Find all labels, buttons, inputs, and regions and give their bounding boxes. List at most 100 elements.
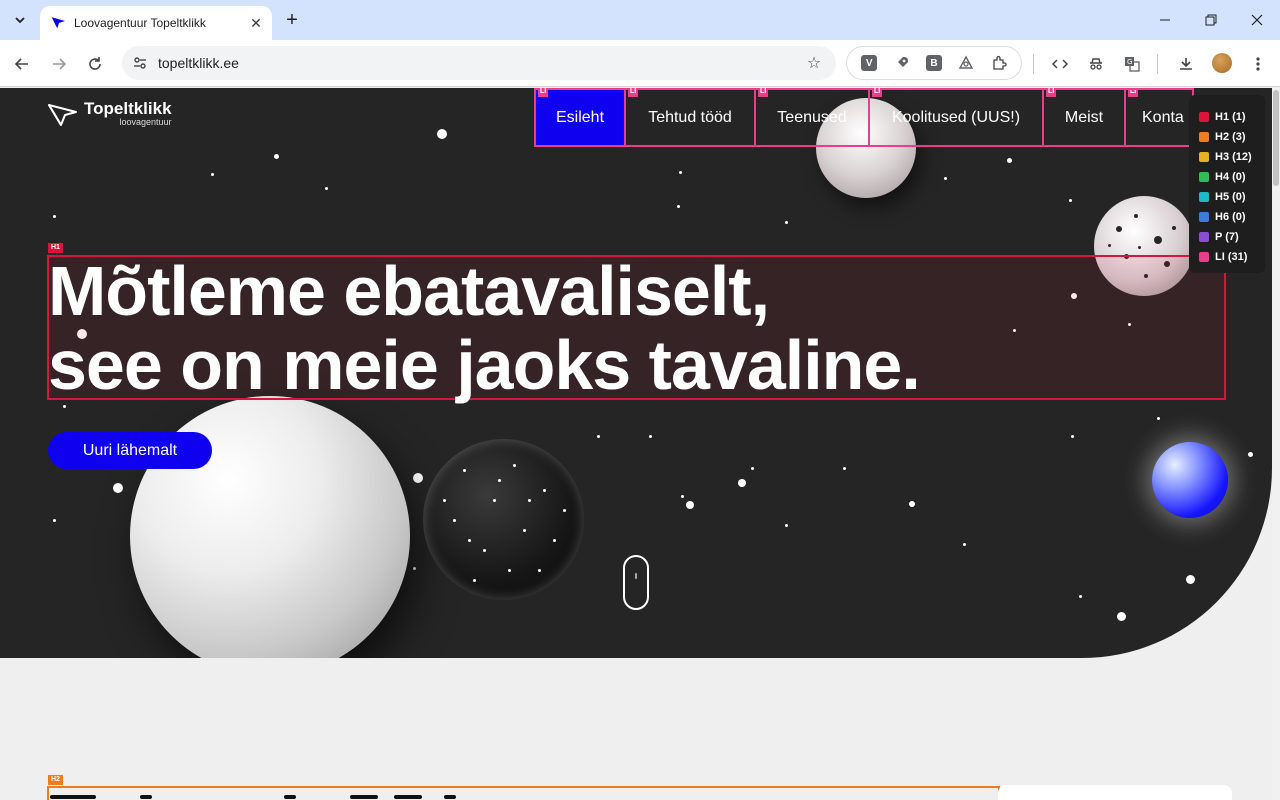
- scrollbar-thumb[interactable]: [1273, 90, 1279, 186]
- star-dot: [750, 466, 754, 470]
- sphere-speck: [453, 519, 456, 522]
- star-dot: [1116, 611, 1126, 621]
- browser-tab[interactable]: Loovagentuur Topeltklikk ✕: [40, 6, 272, 40]
- star-dot: [962, 542, 966, 546]
- legend-row-p: P (7): [1199, 227, 1265, 247]
- legend-row-h4: H4 (0): [1199, 167, 1265, 187]
- star-dot: [738, 479, 746, 487]
- sphere-speck: [473, 579, 476, 582]
- forward-icon[interactable]: [45, 50, 73, 78]
- heading-outline-legend: H1 (1) H2 (3) H3 (12) H4 (0) H5 (0) H6 (…: [1189, 95, 1265, 273]
- star-dot: [1185, 574, 1195, 584]
- v-extension-icon[interactable]: V: [858, 52, 880, 74]
- toolbar-separator: [1157, 54, 1158, 74]
- page-scrollbar[interactable]: [1272, 88, 1280, 800]
- site-logo[interactable]: Topeltklikk loovagentuur: [48, 100, 172, 127]
- legend-label: H1 (1): [1215, 111, 1246, 123]
- headline-line-2: see on meie jaoks tavaline.: [48, 326, 921, 404]
- nav-label: Koolitused (UUS!): [891, 108, 1021, 126]
- legend-label: H3 (12): [1215, 151, 1252, 163]
- li-badge: LI: [758, 88, 769, 97]
- nav-item-kontakt[interactable]: LI Konta: [1124, 88, 1194, 147]
- sphere-speck: [498, 479, 501, 482]
- li-badge: LI: [872, 88, 883, 97]
- rocket-icon[interactable]: [891, 52, 913, 74]
- star-dot: [842, 466, 846, 470]
- puzzle-icon[interactable]: [988, 52, 1010, 74]
- site-info-icon[interactable]: [126, 49, 154, 77]
- favicon-icon: [50, 15, 66, 31]
- star-dot: [943, 176, 947, 180]
- incognito-icon[interactable]: [1082, 50, 1110, 78]
- b-extension-label: B: [925, 55, 942, 71]
- legend-row-h3: H3 (12): [1199, 147, 1265, 167]
- white-card: [998, 785, 1232, 800]
- legend-label: H4 (0): [1215, 171, 1246, 183]
- bookmark-star-icon[interactable]: ☆: [800, 49, 828, 77]
- sphere-speck: [543, 489, 546, 492]
- legend-row-li: LI (31): [1199, 247, 1265, 267]
- close-window-icon[interactable]: [1234, 0, 1280, 40]
- star-dot: [1070, 434, 1074, 438]
- li-badge: LI: [1128, 88, 1139, 97]
- reload-icon[interactable]: [81, 50, 109, 78]
- star-dot: [686, 501, 694, 509]
- star-dot: [62, 404, 66, 408]
- sphere-speck: [463, 469, 466, 472]
- star-dot: [1006, 157, 1012, 163]
- address-bar[interactable]: topeltklikk.ee ☆: [122, 46, 836, 80]
- star-dot: [437, 129, 447, 139]
- legend-row-h5: H5 (0): [1199, 187, 1265, 207]
- legend-swatch: [1199, 252, 1209, 262]
- logo-subtitle: loovagentuur: [119, 117, 172, 127]
- star-dot: [680, 494, 684, 498]
- learn-more-button[interactable]: Uuri lähemalt: [48, 432, 212, 469]
- nav-item-koolitused[interactable]: LI Koolitused (UUS!): [868, 88, 1044, 147]
- profile-avatar[interactable]: [1212, 53, 1232, 73]
- scroll-down-indicator[interactable]: [623, 555, 649, 610]
- eye-extension-icon[interactable]: [955, 52, 977, 74]
- legend-row-h2: H2 (3): [1199, 127, 1265, 147]
- star-dot: [1220, 600, 1224, 604]
- legend-swatch: [1199, 192, 1209, 202]
- li-badge: LI: [538, 88, 549, 97]
- close-tab-icon[interactable]: ✕: [246, 13, 266, 33]
- crater: [1172, 226, 1176, 230]
- legend-swatch: [1199, 232, 1209, 242]
- sphere-speck: [523, 529, 526, 532]
- star-dot: [413, 473, 423, 483]
- legend-row-h1: H1 (1): [1199, 107, 1265, 127]
- crater: [1154, 236, 1162, 244]
- back-icon[interactable]: [8, 50, 36, 78]
- star-dot: [784, 523, 788, 527]
- legend-swatch: [1199, 212, 1209, 222]
- nav-label: Tehtud tööd: [648, 108, 732, 126]
- nav-label: Teenused: [777, 108, 847, 126]
- url-text: topeltklikk.ee: [158, 55, 239, 71]
- legend-label: LI (31): [1215, 251, 1248, 263]
- restore-icon[interactable]: [1188, 0, 1234, 40]
- star-dot: [1078, 594, 1082, 598]
- menu-kebab-icon[interactable]: [1244, 50, 1272, 78]
- code-icon[interactable]: [1046, 50, 1074, 78]
- star-dot: [210, 172, 214, 176]
- blue-glow-sphere: [1152, 442, 1228, 518]
- tab-search-icon[interactable]: [8, 8, 32, 32]
- new-tab-icon[interactable]: +: [280, 8, 304, 32]
- minimize-icon[interactable]: [1142, 0, 1188, 40]
- star-dot: [324, 186, 328, 190]
- b-extension-icon[interactable]: B: [923, 52, 945, 74]
- download-icon[interactable]: [1172, 50, 1200, 78]
- star-dot: [1068, 198, 1072, 202]
- nav-item-tehtud-tood[interactable]: LI Tehtud tööd: [624, 88, 756, 147]
- legend-row-h6: H6 (0): [1199, 207, 1265, 227]
- translate-icon[interactable]: G: [1118, 50, 1146, 78]
- nav-item-esileht[interactable]: LI Esileht: [534, 88, 626, 147]
- nav-item-teenused[interactable]: LI Teenused: [754, 88, 870, 147]
- logo-arrow-icon: [48, 103, 77, 126]
- nav-item-meist[interactable]: LI Meist: [1042, 88, 1126, 147]
- sphere-speck: [528, 499, 531, 502]
- dark-starry-sphere: [423, 439, 584, 600]
- crater: [1134, 214, 1138, 218]
- legend-label: H2 (3): [1215, 131, 1246, 143]
